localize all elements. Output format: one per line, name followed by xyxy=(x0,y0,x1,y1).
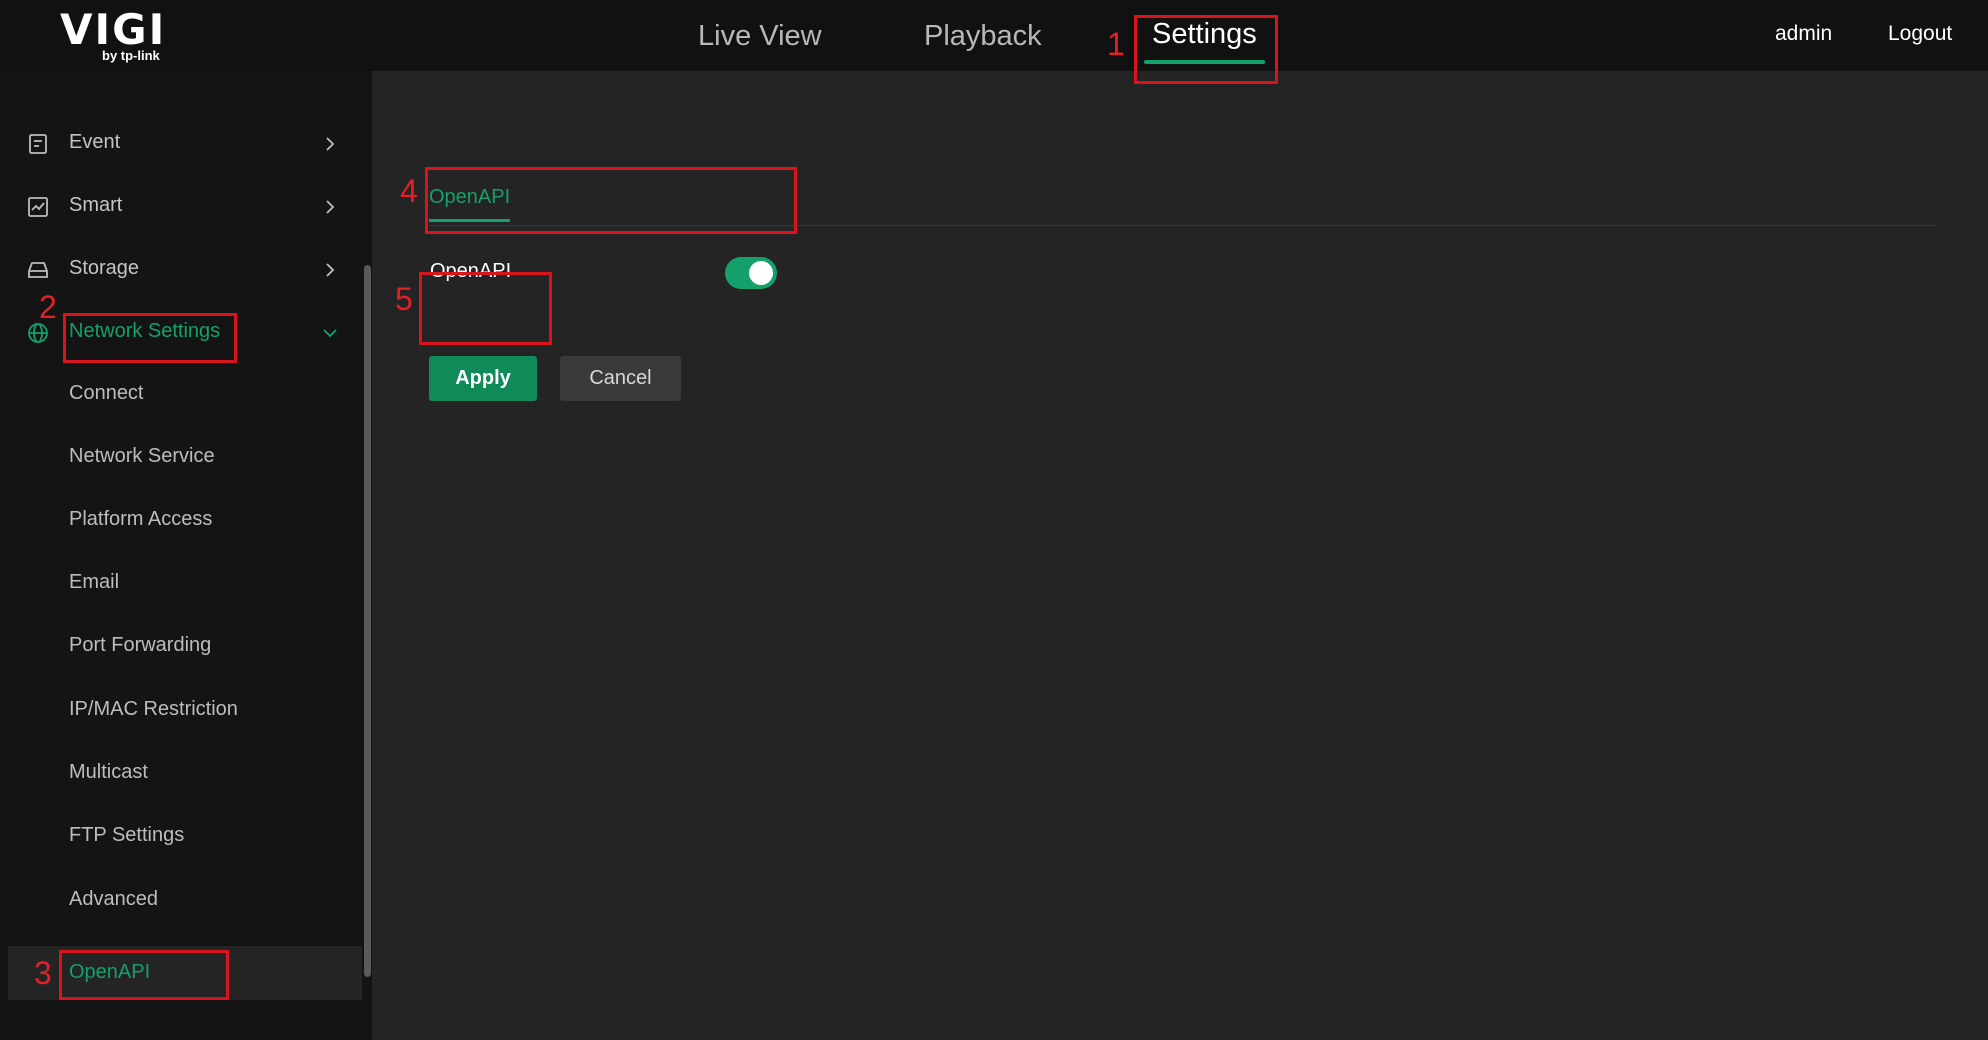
settings-sidebar: Event Smart Storage Network Settings Con… xyxy=(0,71,372,1040)
sidebar-subitem-advanced[interactable]: Advanced xyxy=(0,873,362,927)
tab-live-view[interactable]: Live View xyxy=(698,16,822,60)
openapi-field-label: OpenAPI xyxy=(430,260,512,282)
sidebar-item-event[interactable]: Event xyxy=(0,118,350,170)
vigi-logo[interactable]: VIGI by tp-link xyxy=(60,8,170,66)
sidebar-item-label: Event xyxy=(69,131,121,153)
logo-wordmark: VIGI xyxy=(60,5,167,54)
sidebar-subitem-ftp-settings[interactable]: FTP Settings xyxy=(0,809,362,863)
sidebar-subitem-ip-mac-restriction[interactable]: IP/MAC Restriction xyxy=(0,683,362,737)
sidebar-item-label: Network Settings xyxy=(69,320,221,342)
cancel-button[interactable]: Cancel xyxy=(560,356,681,401)
toggle-knob xyxy=(749,261,773,285)
sidebar-item-smart[interactable]: Smart xyxy=(0,181,350,233)
sidebar-subitem-label: Platform Access xyxy=(69,508,213,530)
chevron-right-icon xyxy=(326,200,335,214)
sidebar-subitem-platform-access[interactable]: Platform Access xyxy=(0,493,362,547)
annotation-number-1: 1 xyxy=(1107,26,1125,62)
sidebar-item-label: Storage xyxy=(69,257,140,279)
sidebar-subitem-label: IP/MAC Restriction xyxy=(69,698,238,720)
sidebar-subitem-label: Email xyxy=(69,571,120,593)
annotation-number-5: 5 xyxy=(395,281,413,317)
user-name[interactable]: admin xyxy=(1775,22,1832,46)
logout-link[interactable]: Logout xyxy=(1888,22,1952,46)
logo-tagline: by tp-link xyxy=(102,48,160,63)
openapi-toggle[interactable] xyxy=(725,257,777,289)
sidebar-subitem-email[interactable]: Email xyxy=(0,556,362,610)
sidebar-subitem-multicast[interactable]: Multicast xyxy=(0,746,362,800)
chevron-right-icon xyxy=(326,137,335,151)
apply-button[interactable]: Apply xyxy=(429,356,537,401)
top-navigation-bar: VIGI by tp-link Live View Playback Setti… xyxy=(0,0,1988,71)
sidebar-subitem-label: FTP Settings xyxy=(69,824,185,846)
sidebar-scrollbar-thumb[interactable] xyxy=(364,265,371,977)
sidebar-subitem-label: Network Service xyxy=(69,445,215,467)
sidebar-subitem-label: OpenAPI xyxy=(69,961,151,983)
sidebar-scrollbar[interactable] xyxy=(362,265,372,977)
sidebar-subitem-label: Port Forwarding xyxy=(69,634,212,656)
storage-icon xyxy=(28,262,48,278)
chevron-down-icon xyxy=(323,329,337,338)
subtab-openapi[interactable]: OpenAPI xyxy=(429,186,511,222)
annotation-number-4: 4 xyxy=(400,173,418,209)
event-icon xyxy=(29,134,47,154)
chart-icon xyxy=(28,197,48,217)
subtab-bar: OpenAPI xyxy=(429,156,1935,226)
settings-content-panel: OpenAPI OpenAPI Apply Cancel xyxy=(372,71,1988,1040)
chevron-right-icon xyxy=(326,263,335,277)
sidebar-subitem-label: Connect xyxy=(69,382,144,404)
annotation-number-3: 3 xyxy=(34,955,52,991)
sidebar-subitem-port-forwarding[interactable]: Port Forwarding xyxy=(0,619,362,673)
tab-settings[interactable]: Settings xyxy=(1144,14,1265,64)
sidebar-subitem-label: Advanced xyxy=(69,888,158,910)
sidebar-subitem-label: Multicast xyxy=(69,761,148,783)
sidebar-subitem-connect[interactable]: Connect xyxy=(0,367,362,421)
sidebar-item-label: Smart xyxy=(69,194,123,216)
sidebar-subitem-network-service[interactable]: Network Service xyxy=(0,430,362,484)
sidebar-subitem-openapi[interactable]: OpenAPI xyxy=(8,946,362,1000)
annotation-number-2: 2 xyxy=(39,289,57,325)
tab-playback[interactable]: Playback xyxy=(924,16,1042,60)
